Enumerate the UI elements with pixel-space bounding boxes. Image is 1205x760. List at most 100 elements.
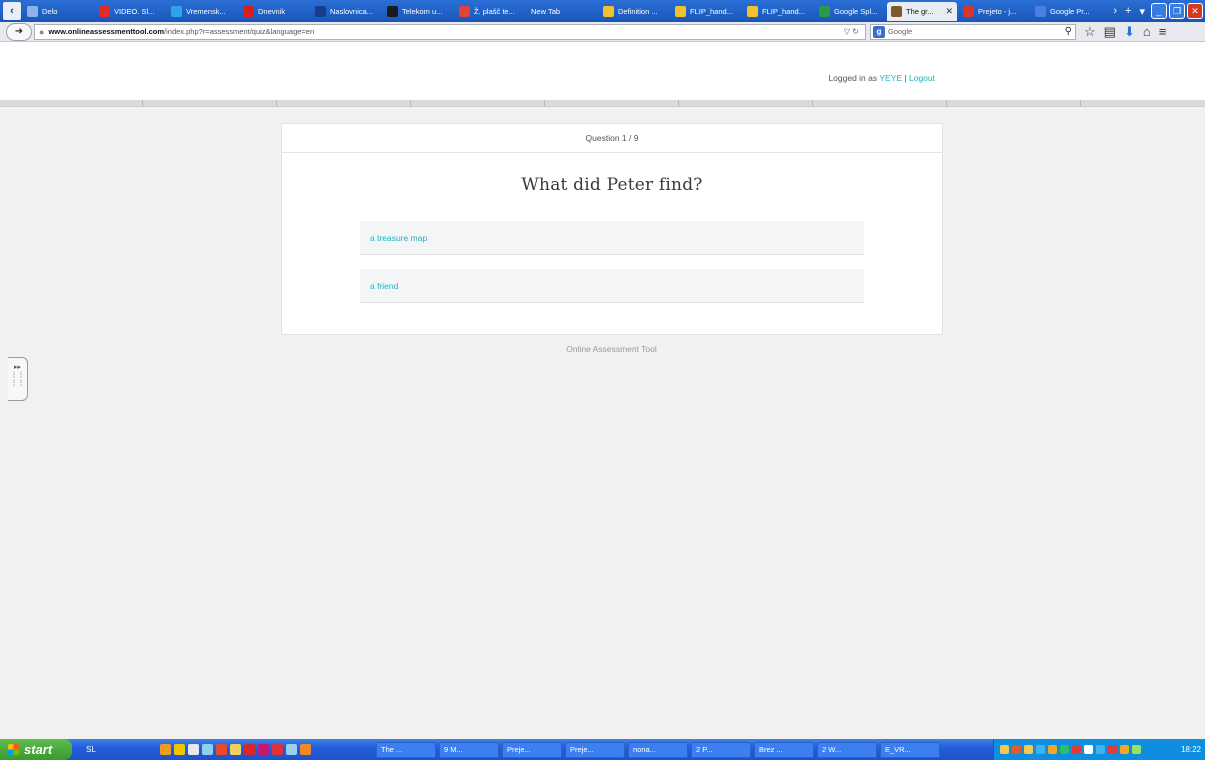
tab-favicon-icon — [459, 5, 470, 17]
quick-launch-icon[interactable] — [174, 744, 185, 755]
tab-favicon-icon — [963, 5, 974, 17]
taskbar-item[interactable]: 9 M... — [439, 741, 499, 758]
browser-tab[interactable]: FLIP_hand... — [671, 2, 741, 21]
search-icon[interactable]: ⚲ — [1065, 26, 1072, 37]
download-icon[interactable]: ⬇ — [1124, 24, 1135, 40]
quick-launch-icon[interactable] — [272, 744, 283, 755]
taskbar-item[interactable]: E_VR... — [880, 741, 940, 758]
tab-favicon-icon — [747, 5, 758, 17]
browser-tab[interactable]: Delo — [23, 2, 93, 21]
quick-launch-icon[interactable] — [244, 744, 255, 755]
quiz-card: Question 1 / 9 What did Peter find? a tr… — [281, 123, 943, 335]
page-header: Logged in as YEYE | Logout — [0, 42, 1205, 100]
tab-label: New Tab — [531, 6, 561, 16]
tab-scroll-left-button[interactable]: ‹ — [3, 2, 21, 20]
tab-label: Google Spl... — [834, 6, 878, 16]
tab-label: Prejeto - j... — [978, 6, 1017, 16]
quick-launch — [146, 744, 376, 755]
logged-in-label: Logged in as — [828, 73, 878, 83]
answer-option[interactable]: a friend — [360, 269, 864, 303]
browser-tab-bar: ‹ Delo VIDEO. Sl... Vremensk... Dnevnik Nasl… — [0, 0, 1205, 22]
quick-launch-icon[interactable] — [258, 744, 269, 755]
start-button[interactable]: start — [0, 739, 72, 760]
tab-label: VIDEO. Sl... — [114, 6, 155, 16]
taskbar-item[interactable]: 2 P... — [691, 741, 751, 758]
tab-favicon-icon — [315, 5, 326, 17]
taskbar-item[interactable]: 2 W... — [817, 741, 877, 758]
tab-strip: Delo VIDEO. Sl... Vremensk... Dnevnik Naslov… — [23, 0, 1109, 22]
taskbar-item[interactable]: Preje... — [565, 741, 625, 758]
browser-tab[interactable]: Google Spl... — [815, 2, 885, 21]
tab-controls: › + ▾ _ ❐ ✕ — [1109, 0, 1205, 22]
quick-launch-icon[interactable] — [230, 744, 241, 755]
browser-tab[interactable]: New Tab — [527, 2, 597, 21]
clock: 18:22 — [1180, 745, 1201, 754]
home-icon[interactable]: ⌂ — [1143, 24, 1151, 40]
tab-favicon-icon — [819, 5, 830, 17]
google-icon: g — [873, 25, 885, 38]
browser-tab[interactable]: Prejeto - j... — [959, 2, 1029, 21]
login-status: Logged in as YEYE | Logout — [828, 73, 935, 83]
tab-favicon-icon — [1035, 5, 1046, 17]
tab-label: Dnevnik — [258, 6, 286, 16]
logout-link[interactable]: Logout — [909, 73, 935, 83]
question-counter: Question 1 / 9 — [282, 124, 942, 153]
minimize-button[interactable]: _ — [1151, 3, 1167, 19]
tab-favicon-icon — [603, 5, 614, 17]
windows-taskbar: start SL The ... 9 M... Preje... Preje... no… — [0, 739, 1205, 760]
restore-button[interactable]: ❐ — [1169, 3, 1185, 19]
quick-launch-icon[interactable] — [300, 744, 311, 755]
tab-list-button[interactable]: ▾ — [1139, 5, 1145, 18]
footer-text: Online Assessment Tool — [566, 344, 657, 354]
taskbar-item[interactable]: The ... — [376, 741, 436, 758]
menu-icon[interactable]: ≡ — [1159, 24, 1167, 40]
quick-launch-icon[interactable] — [188, 744, 199, 755]
quick-launch-icon[interactable] — [202, 744, 213, 755]
windows-logo-icon — [8, 744, 19, 755]
back-button[interactable]: ➜ — [6, 22, 32, 41]
tab-favicon-icon — [387, 5, 398, 17]
browser-tab[interactable]: FLIP_hand... — [743, 2, 813, 21]
browser-tab[interactable]: Google Pr... — [1031, 2, 1101, 21]
tab-favicon-icon — [99, 5, 110, 17]
username-link[interactable]: YEYE — [879, 73, 902, 83]
reload-icon[interactable]: ▽ ↻ — [844, 27, 859, 36]
language-indicator[interactable]: SL — [86, 745, 146, 754]
quick-launch-icon[interactable] — [286, 744, 297, 755]
browser-tab[interactable]: Vremensk... — [167, 2, 237, 21]
nav-icons: ☆ ▤ ⬇ ⌂ ≡ — [1084, 24, 1166, 40]
tab-favicon-icon — [171, 5, 182, 17]
new-tab-button[interactable]: + — [1125, 5, 1131, 17]
tab-label: The gr... — [906, 6, 934, 16]
tab-favicon-icon — [243, 5, 254, 17]
bookmarks-icon[interactable]: ▤ — [1104, 24, 1116, 40]
login-separator: | — [904, 73, 907, 83]
url-bar[interactable]: ● www.onlineassessmenttool.com /index.ph… — [34, 23, 866, 40]
taskbar-item[interactable]: Brez ... — [754, 741, 814, 758]
browser-tab[interactable]: Ž. plašč te... — [455, 2, 525, 21]
search-bar[interactable]: g Google ⚲ — [870, 23, 1076, 40]
taskbar-item[interactable]: nona... — [628, 741, 688, 758]
quick-launch-icon[interactable] — [160, 744, 171, 755]
tab-close-icon[interactable]: ✕ — [945, 6, 953, 17]
system-tray: 18:22 — [993, 739, 1205, 760]
tab-label: Vremensk... — [186, 6, 226, 16]
search-placeholder: Google — [888, 27, 913, 36]
answer-option[interactable]: a treasure map — [360, 221, 864, 255]
tab-scroll-right-button[interactable]: › — [1113, 5, 1117, 17]
start-label: start — [24, 742, 53, 757]
taskbar-item[interactable]: Preje... — [502, 741, 562, 758]
browser-tab[interactable]: Dnevnik — [239, 2, 309, 21]
quick-launch-icon[interactable] — [216, 744, 227, 755]
navigation-bar: ➜ ● www.onlineassessmenttool.com /index.… — [0, 22, 1205, 42]
window-close-button[interactable]: ✕ — [1187, 3, 1203, 19]
tab-label: FLIP_hand... — [762, 6, 805, 16]
browser-tab[interactable]: The gr... ✕ — [887, 1, 957, 21]
browser-tab[interactable]: Telekom u... — [383, 2, 453, 21]
browser-tab[interactable]: Definition ... — [599, 2, 669, 21]
browser-tab[interactable]: VIDEO. Sl... — [95, 2, 165, 21]
bookmark-star-icon[interactable]: ☆ — [1084, 24, 1096, 40]
side-panel-handle[interactable]: ▸▸ ⋮⋮ ⋮⋮ — [8, 357, 28, 401]
tab-label: Telekom u... — [402, 6, 443, 16]
browser-tab[interactable]: Naslovnica... — [311, 2, 381, 21]
